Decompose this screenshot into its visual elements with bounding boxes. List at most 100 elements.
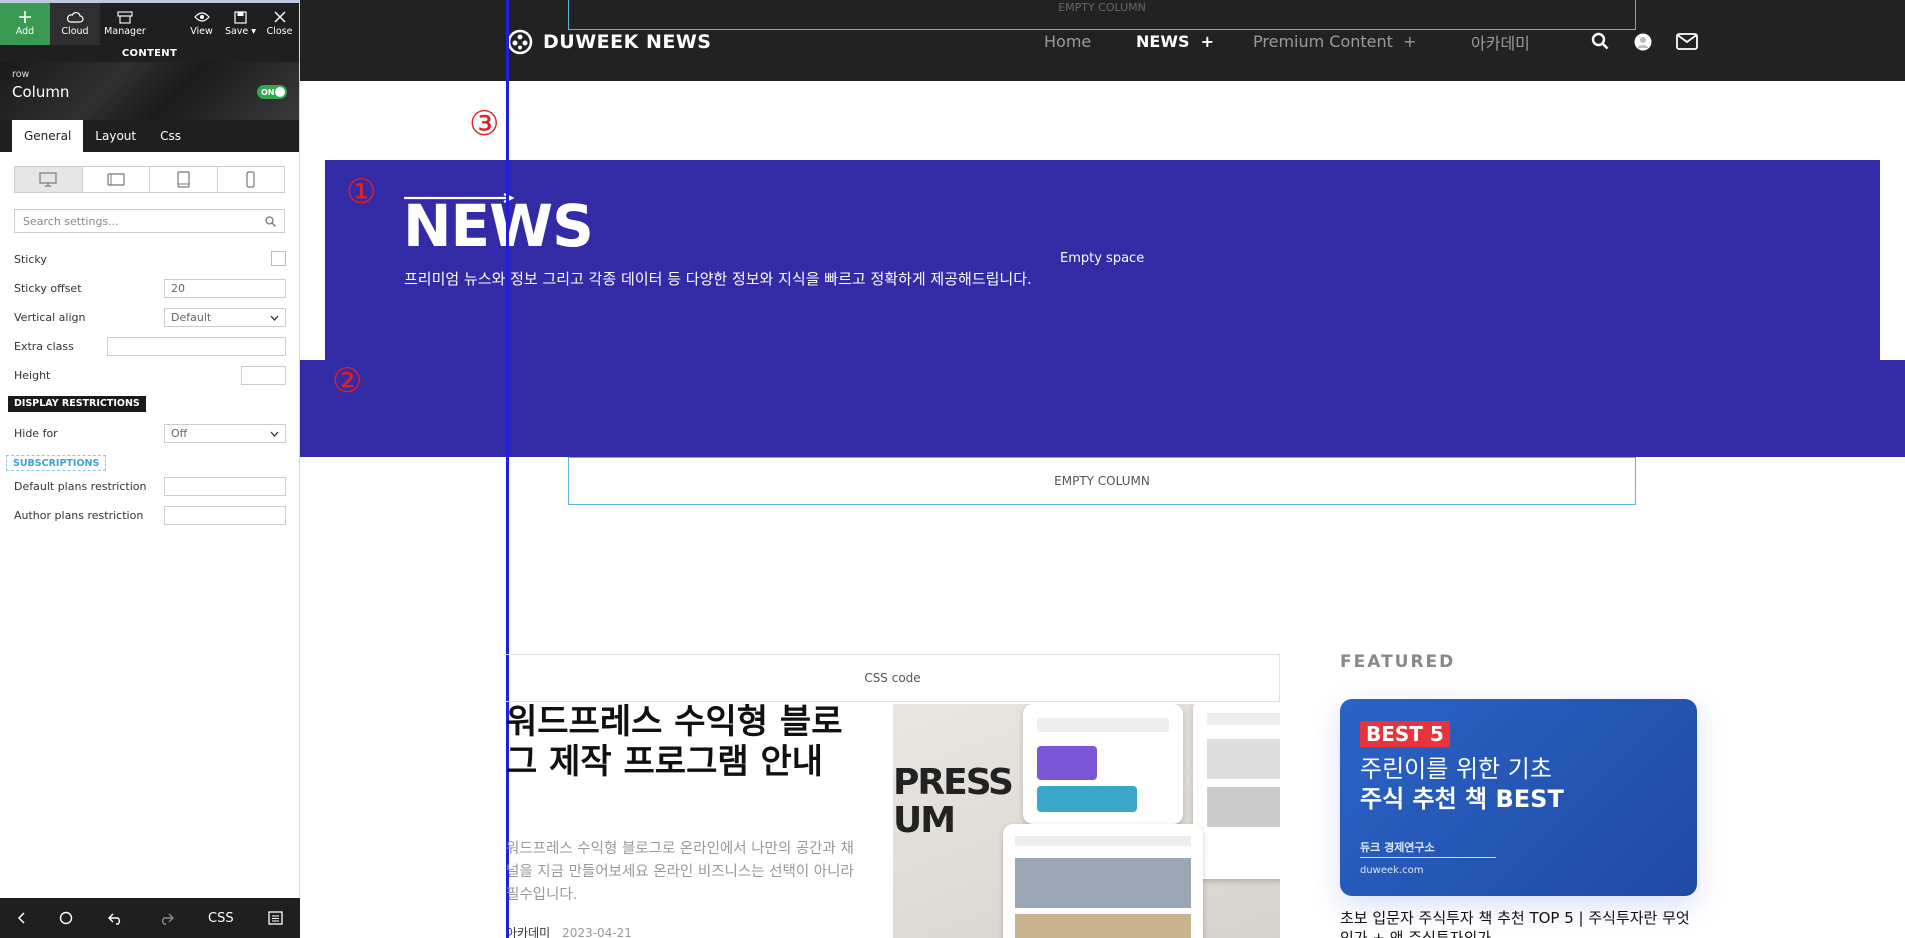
mobile-icon: [246, 171, 255, 188]
empty-column-top[interactable]: EMPTY COLUMN: [568, 0, 1636, 30]
user-avatar-icon[interactable]: [1634, 33, 1652, 55]
empty-space-label[interactable]: Empty space: [1060, 251, 1144, 266]
save-button[interactable]: Save ▾: [221, 0, 260, 45]
hero-title: NEWS: [403, 192, 594, 260]
mock-screen-3: [1003, 824, 1203, 938]
display-restrictions-header: DISPLAY RESTRICTIONS: [8, 396, 146, 412]
redo-icon[interactable]: [158, 912, 174, 925]
search-placeholder: Search settings...: [23, 214, 119, 228]
featured-divider: [1360, 857, 1496, 858]
content-label: CONTENT: [0, 45, 299, 62]
extra-class-label: Extra class: [14, 340, 74, 353]
desktop-icon: [39, 172, 57, 187]
back-icon[interactable]: [17, 912, 25, 924]
close-button[interactable]: Close: [260, 0, 299, 45]
marker-2: ②: [332, 361, 363, 401]
manager-label: Manager: [104, 26, 146, 37]
tab-css[interactable]: Css: [148, 120, 193, 152]
manager-icon: [117, 8, 133, 26]
site-logo-text: DUWEEK NEWS: [543, 31, 712, 53]
featured-caption[interactable]: 초보 입문자 주식투자 책 추천 TOP 5 | 주식투자란 무엇인가 + 앤 …: [1340, 908, 1690, 938]
nav-premium[interactable]: Premium Content +: [1253, 32, 1417, 51]
featured-card[interactable]: BEST 5 주린이를 위한 기초 주식 추천 책 BEST 듀크 경제연구소 …: [1340, 699, 1697, 896]
close-label: Close: [266, 26, 293, 37]
vertical-align-select[interactable]: Default: [164, 308, 286, 327]
post-category[interactable]: 아카데미: [506, 926, 550, 938]
nav-news-plus: +: [1200, 32, 1215, 51]
author-plans-label: Author plans restriction: [14, 509, 144, 522]
tablet-portrait-button[interactable]: [150, 167, 218, 192]
cloud-icon: [66, 8, 84, 26]
tablet-landscape-icon: [107, 173, 125, 186]
add-label: Add: [15, 26, 35, 37]
element-toggle[interactable]: ON: [257, 85, 287, 99]
nav-news[interactable]: NEWS +: [1136, 32, 1214, 51]
empty-column[interactable]: EMPTY COLUMN: [568, 457, 1636, 505]
save-label: Save ▾: [224, 26, 257, 37]
nav-home[interactable]: Home: [1044, 32, 1091, 51]
tablet-portrait-icon: [177, 171, 190, 188]
mobile-button[interactable]: [218, 167, 285, 192]
view-label: View: [190, 26, 213, 37]
hide-for-select[interactable]: Off: [164, 424, 286, 443]
post-meta: 아카데미 2023-04-21: [506, 924, 632, 938]
settings-search-input[interactable]: Search settings...: [14, 209, 285, 233]
css-code-block[interactable]: CSS code: [506, 654, 1280, 702]
vertical-align-label: Vertical align: [14, 311, 86, 324]
sticky-offset-label: Sticky offset: [14, 282, 82, 295]
element-name: Column: [12, 83, 70, 101]
navigator-icon[interactable]: [59, 911, 73, 925]
mail-icon[interactable]: [1676, 33, 1698, 54]
settings-tabs: General Layout Css: [0, 120, 299, 152]
search-icon[interactable]: [1591, 32, 1609, 54]
default-plans-input[interactable]: [164, 477, 286, 496]
featured-org: 듀크 경제연구소: [1360, 841, 1435, 854]
save-icon: [234, 8, 247, 26]
element-header: CONTENT row Column ON: [0, 45, 299, 120]
desktop-device-button[interactable]: [15, 167, 83, 192]
sticky-checkbox[interactable]: [271, 251, 286, 266]
hero-subtitle: 프리미엄 뉴스와 정보 그리고 각종 데이터 등 다양한 정보와 지식을 빠르고…: [404, 270, 1032, 288]
tab-general[interactable]: General: [12, 120, 84, 152]
editor-bottom-bar: CSS: [0, 898, 300, 938]
sticky-label: Sticky: [14, 253, 47, 266]
plus-icon: [18, 8, 32, 26]
list-icon[interactable]: [268, 911, 283, 925]
nav-premium-plus: +: [1403, 32, 1417, 51]
featured-line-2: 주식 추천 책 BEST: [1360, 785, 1564, 813]
post-image-text: PRESS UM: [893, 762, 1014, 841]
eye-icon: [193, 8, 210, 26]
css-button[interactable]: CSS: [208, 911, 234, 926]
add-button[interactable]: Add: [0, 0, 50, 45]
marker-1: ①: [346, 172, 377, 212]
toggle-knob: [275, 87, 285, 97]
extra-class-input[interactable]: [107, 337, 286, 356]
tab-layout[interactable]: Layout: [83, 120, 148, 152]
post-title[interactable]: 워드프레스 수익형 블로그 제작 프로그램 안내: [506, 702, 851, 782]
news-hero-banner-row: [300, 360, 1905, 457]
post-excerpt: 워드프레스 수익형 블로그로 온라인에서 나만의 공간과 채널을 지금 만들어보…: [506, 841, 854, 903]
nav-academy[interactable]: 아카데미: [1471, 30, 1530, 54]
cloud-button[interactable]: Cloud: [50, 0, 100, 45]
undo-icon[interactable]: [107, 912, 124, 925]
sticky-offset-input[interactable]: 20: [164, 279, 286, 298]
chevron-down-icon: [270, 431, 279, 437]
view-button[interactable]: View: [182, 0, 221, 45]
site-logo[interactable]: DUWEEK NEWS: [507, 29, 711, 55]
search-icon: [265, 215, 276, 227]
height-label: Height: [14, 369, 51, 382]
featured-heading: FEATURED: [1340, 652, 1456, 672]
post-date: 2023-04-21: [562, 926, 632, 938]
tablet-landscape-button[interactable]: [83, 167, 150, 192]
editor-sidebar: Add Cloud Manager View Save ▾ Close CONT…: [0, 0, 300, 938]
height-input[interactable]: [241, 366, 286, 385]
editor-toolbar: Add Cloud Manager View Save ▾ Close: [0, 0, 299, 45]
author-plans-input[interactable]: [164, 506, 286, 525]
marker-3: ③: [469, 104, 500, 144]
hide-for-label: Hide for: [14, 427, 58, 440]
default-plans-label: Default plans restriction: [14, 480, 147, 493]
manager-button[interactable]: Manager: [100, 0, 150, 45]
subscriptions-header: SUBSCRIPTIONS: [6, 455, 107, 471]
chevron-down-icon: [270, 315, 279, 321]
post-image[interactable]: PRESS UM: [893, 704, 1280, 938]
